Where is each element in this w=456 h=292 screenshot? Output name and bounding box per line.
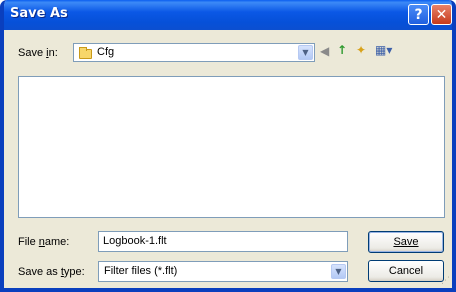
up-folder-icon[interactable]: ↑ <box>337 43 347 57</box>
save-as-type-value: Filter files (*.flt) <box>104 265 178 277</box>
close-button[interactable]: ✕ <box>431 4 452 25</box>
new-folder-icon[interactable]: ✦ <box>356 43 366 57</box>
file-name-label: File name: <box>18 236 70 248</box>
views-menu-icon[interactable]: ▦▾ <box>375 43 392 57</box>
save-button-label: Save <box>393 236 419 248</box>
cancel-button[interactable]: Cancel <box>368 260 444 282</box>
chevron-down-icon[interactable]: ▼ <box>298 45 313 60</box>
help-button[interactable]: ? <box>408 4 429 25</box>
file-list[interactable] <box>18 76 445 218</box>
save-as-type-label: Save as type: <box>18 266 85 278</box>
dialog-title: Save As <box>10 6 68 21</box>
save-in-label: Save in: <box>18 47 58 59</box>
chevron-down-icon[interactable]: ▼ <box>331 264 346 279</box>
title-bar[interactable]: Save As ? ✕ <box>4 0 452 30</box>
save-as-type-dropdown[interactable]: Filter files (*.flt) ▼ <box>98 261 348 282</box>
file-name-input[interactable]: Logbook-1.flt <box>98 231 348 252</box>
save-as-dialog: Save As ? ✕ Save in: Cfg ▼ ◀ ↑ ✦ ▦▾ File… <box>0 0 456 292</box>
back-icon[interactable]: ◀ <box>320 44 329 58</box>
save-in-value: Cfg <box>97 46 115 58</box>
folder-icon <box>79 47 92 59</box>
save-button[interactable]: Save <box>368 231 444 253</box>
save-in-dropdown[interactable]: Cfg ▼ <box>73 43 315 62</box>
resize-grip-icon[interactable]: ⋰ <box>441 276 450 286</box>
